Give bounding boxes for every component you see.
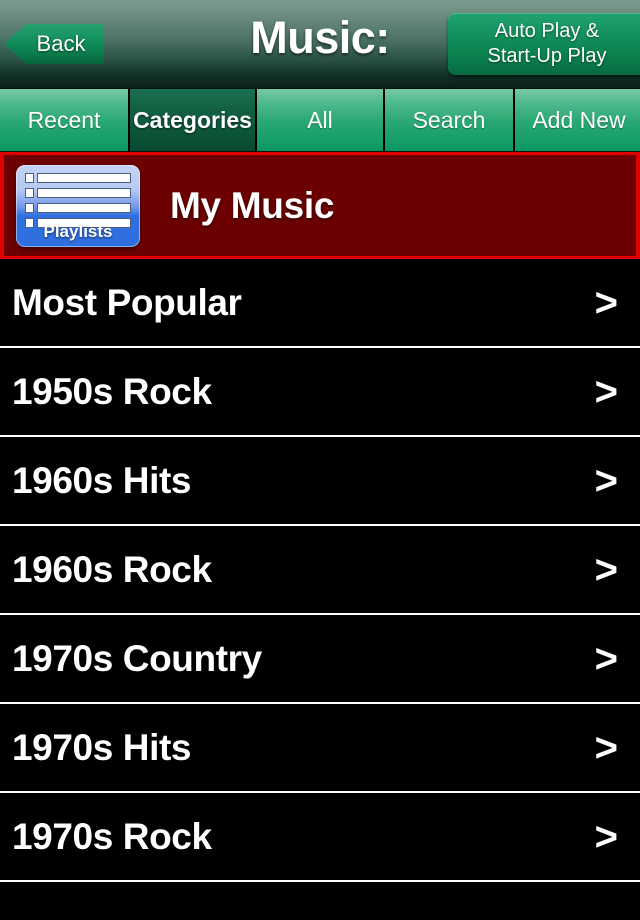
tab-recent[interactable]: Recent <box>0 89 128 151</box>
chevron-right-icon: > <box>594 369 618 414</box>
playlists-icon-line <box>25 202 131 213</box>
category-list: Most Popular > 1950s Rock > 1960s Hits >… <box>0 259 640 908</box>
list-item[interactable]: Most Popular > <box>0 259 640 348</box>
chevron-right-icon: > <box>594 458 618 503</box>
playlists-icon-bar <box>37 202 131 213</box>
chevron-right-icon: > <box>594 725 618 770</box>
banner-title: My Music <box>170 184 335 226</box>
list-item[interactable]: 1950s Rock > <box>0 348 640 437</box>
playlists-icon-bullet <box>25 172 34 183</box>
playlists-icon-bar <box>37 172 131 183</box>
list-item-label: 1970s Rock <box>12 815 212 857</box>
chevron-right-icon: > <box>594 814 618 859</box>
playlists-icon-line <box>25 187 131 198</box>
tab-add-new[interactable]: Add New <box>513 89 640 151</box>
list-item-partial[interactable] <box>0 882 640 908</box>
music-categories-screen: Back Music: Auto Play & Start-Up Play Re… <box>0 0 640 920</box>
chevron-right-icon: > <box>594 547 618 592</box>
app-header: Back Music: Auto Play & Start-Up Play <box>0 0 640 88</box>
list-item-label: 1970s Country <box>12 637 262 679</box>
chevron-right-icon: > <box>594 636 618 681</box>
list-item[interactable]: 1970s Hits > <box>0 704 640 793</box>
auto-play-line-2: Start-Up Play <box>487 45 607 67</box>
playlists-icon-bar <box>37 187 131 198</box>
tab-all[interactable]: All <box>255 89 383 151</box>
list-item-label: 1950s Rock <box>12 370 212 412</box>
list-item-label: Most Popular <box>12 281 242 323</box>
tab-search[interactable]: Search <box>383 89 513 151</box>
playlists-icon[interactable]: Playlists <box>16 164 140 247</box>
auto-play-start-up-play-button[interactable]: Auto Play & Start-Up Play <box>448 13 640 75</box>
chevron-right-icon: > <box>594 280 618 325</box>
playlists-icon-bullet <box>25 187 34 198</box>
tab-categories[interactable]: Categories <box>128 89 255 151</box>
list-item-label: 1960s Rock <box>12 548 212 590</box>
playlists-icon-line <box>25 172 131 183</box>
list-item[interactable]: 1960s Hits > <box>0 437 640 526</box>
playlists-icon-label: Playlists <box>43 221 113 241</box>
list-item[interactable]: 1960s Rock > <box>0 526 640 615</box>
auto-play-line-1: Auto Play & <box>494 20 600 42</box>
list-item-label: 1960s Hits <box>12 459 192 501</box>
list-item[interactable]: 1970s Country > <box>0 615 640 704</box>
list-item-label: 1970s Hits <box>12 726 192 768</box>
selected-source-banner[interactable]: Playlists My Music <box>0 152 640 259</box>
playlists-icon-bullet <box>25 202 34 213</box>
list-item[interactable]: 1970s Rock > <box>0 793 640 882</box>
tab-bar: Recent Categories All Search Add New <box>0 88 640 152</box>
